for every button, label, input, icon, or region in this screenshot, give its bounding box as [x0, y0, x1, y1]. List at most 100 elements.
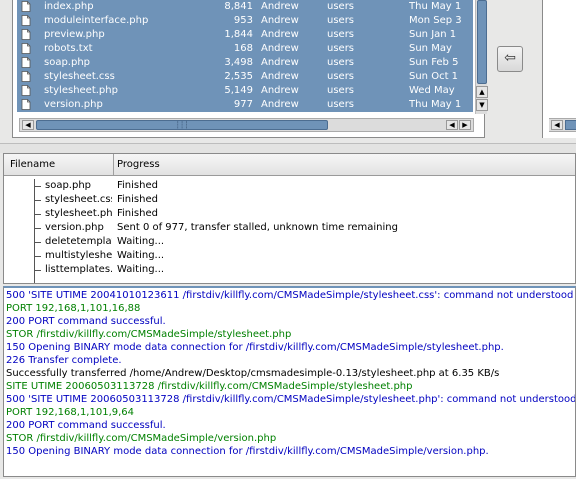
file-group: users [327, 15, 355, 26]
file-row[interactable]: stylesheet.php 5,149 Andrew users Wed May [17, 84, 473, 98]
remote-horizontal-scroll-thumb[interactable] [565, 120, 576, 130]
file-name: moduleinterface.php [44, 15, 149, 26]
file-row[interactable]: stylesheet.css 2,535 Andrew users Sun Oct 1 [17, 70, 473, 84]
scroll-left-button-2[interactable]: ◀ [446, 120, 458, 130]
column-header-filename[interactable]: Filename [4, 154, 114, 175]
queue-row[interactable]: listtemplates.php Waiting... [4, 263, 575, 277]
file-icon [21, 57, 31, 68]
remote-file-list[interactable]: ◀ [542, 0, 576, 138]
file-row[interactable]: preview.php 1,844 Andrew users Sun Jan 1 [17, 28, 473, 42]
file-size: 3,498 [224, 57, 253, 68]
file-row[interactable]: moduleinterface.php 953 Andrew users Mon Sep… [17, 14, 473, 28]
scroll-down-button[interactable]: ▼ [476, 99, 488, 111]
queue-progress: Waiting... [117, 236, 165, 247]
file-icon [21, 29, 31, 40]
arrow-left-icon: ⇦ [504, 50, 516, 66]
log-line: STOR /firstdiv/killfly.com/CMSMadeSimple… [6, 329, 292, 340]
file-size: 1,844 [224, 29, 253, 40]
vertical-scrollbar[interactable]: ▲ ▼ [475, 0, 488, 114]
file-date: Sun Oct 1 [409, 71, 459, 82]
file-date: Thu May 1 [409, 1, 462, 12]
horizontal-scrollbar[interactable]: ◀ ┆┆┆ ◀ ▶ [19, 118, 474, 132]
file-name: preview.php [44, 29, 105, 40]
scroll-right-button[interactable]: ▶ [459, 120, 471, 130]
tree-branch [34, 221, 44, 235]
queue-progress: Finished [117, 208, 158, 219]
vertical-scroll-thumb[interactable] [477, 0, 487, 84]
file-row[interactable]: version.php 977 Andrew users Thu May 1 [17, 98, 473, 112]
queue-file-name: soap.php [45, 180, 92, 191]
queue-file-name: deletetemplate.php [45, 236, 112, 247]
file-size: 168 [233, 43, 253, 54]
log-line: 200 PORT command successful. [6, 420, 166, 431]
log-line: 500 'SITE UTIME 20041010123611 /firstdiv… [6, 290, 574, 301]
remote-horizontal-scrollbar[interactable]: ◀ [549, 118, 576, 132]
file-group: users [327, 29, 355, 40]
pane-divider[interactable] [0, 143, 576, 153]
tree-branch [34, 193, 44, 207]
file-date: Sun Jan 1 [409, 29, 457, 40]
file-date: Wed May [409, 85, 455, 96]
file-browser-pane: index.php 8,841 Andrew users Thu May 1 module… [0, 0, 576, 143]
file-row[interactable]: robots.txt 168 Andrew users Sun May [17, 42, 473, 56]
file-size: 5,149 [224, 85, 253, 96]
file-group: users [327, 85, 355, 96]
file-group: users [327, 43, 355, 54]
queue-file-name: version.php [45, 222, 104, 233]
file-name: index.php [44, 1, 94, 12]
file-name: stylesheet.css [44, 71, 115, 82]
queue-file-name: stylesheet.css [45, 194, 112, 205]
queue-progress: Finished [117, 194, 158, 205]
queue-progress: Waiting... [117, 264, 165, 275]
scroll-left-button[interactable]: ◀ [22, 120, 34, 130]
queue-row[interactable]: deletetemplate.php Waiting... [4, 235, 575, 249]
file-row[interactable]: soap.php 3,498 Andrew users Sun Feb 5 [17, 56, 473, 70]
transfer-queue[interactable]: Filename Progress soap.php Finished styles… [3, 153, 576, 284]
queue-row[interactable]: stylesheet.php Finished [4, 207, 575, 221]
file-row[interactable]: index.php 8,841 Andrew users Thu May 1 [17, 0, 473, 14]
file-icon [21, 1, 31, 12]
remote-scroll-left-button[interactable]: ◀ [551, 120, 563, 130]
log-line: Successfully transferred /home/Andrew/De… [6, 368, 500, 379]
file-owner: Andrew [261, 1, 299, 12]
tree-branch [34, 207, 44, 221]
file-size: 8,841 [224, 1, 253, 12]
file-date: Mon Sep 3 [409, 15, 462, 26]
log-line: 500 'SITE UTIME 20060503113728 /firstdiv… [6, 394, 575, 405]
file-name: robots.txt [44, 43, 93, 54]
file-owner: Andrew [261, 43, 299, 54]
tree-branch [34, 263, 44, 277]
transfer-log[interactable]: 500 'SITE UTIME 20041010123611 /firstdiv… [3, 286, 576, 477]
file-owner: Andrew [261, 29, 299, 40]
file-owner: Andrew [261, 99, 299, 110]
log-line: SITE UTIME 20060503113728 /firstdiv/kill… [6, 381, 413, 392]
file-date: Sun May [409, 43, 452, 54]
local-file-rows: index.php 8,841 Andrew users Thu May 1 module… [17, 0, 473, 114]
file-size: 977 [233, 99, 253, 110]
file-group: users [327, 1, 355, 12]
log-line: 150 Opening BINARY mode data connection … [6, 446, 489, 457]
file-icon [21, 43, 31, 54]
queue-file-name: stylesheet.php [45, 208, 112, 219]
queue-row[interactable]: multistylesheet.php Waiting... [4, 249, 575, 263]
transfer-to-local-button[interactable]: ⇦ [497, 46, 523, 72]
local-file-list[interactable]: index.php 8,841 Andrew users Thu May 1 module… [12, 0, 488, 138]
queue-file-name: listtemplates.php [45, 264, 112, 275]
queue-row[interactable]: version.php Sent 0 of 977, transfer stall… [4, 221, 575, 235]
tree-branch [34, 235, 44, 249]
queue-row[interactable]: soap.php Finished [4, 179, 575, 193]
column-header-progress[interactable]: Progress [114, 154, 575, 175]
file-name: soap.php [44, 57, 91, 68]
file-name: stylesheet.php [44, 85, 118, 96]
queue-row[interactable]: stylesheet.css Finished [4, 193, 575, 207]
file-owner: Andrew [261, 71, 299, 82]
tree-branch [34, 249, 44, 263]
log-line: 150 Opening BINARY mode data connection … [6, 342, 504, 353]
horizontal-scroll-thumb[interactable]: ┆┆┆ [36, 120, 328, 130]
file-icon [21, 85, 31, 96]
log-line: 200 PORT command successful. [6, 316, 166, 327]
file-date: Sun Feb 5 [409, 57, 459, 68]
scroll-up-button[interactable]: ▲ [476, 86, 488, 98]
log-line: 226 Transfer complete. [6, 355, 122, 366]
queue-progress: Finished [117, 180, 158, 191]
